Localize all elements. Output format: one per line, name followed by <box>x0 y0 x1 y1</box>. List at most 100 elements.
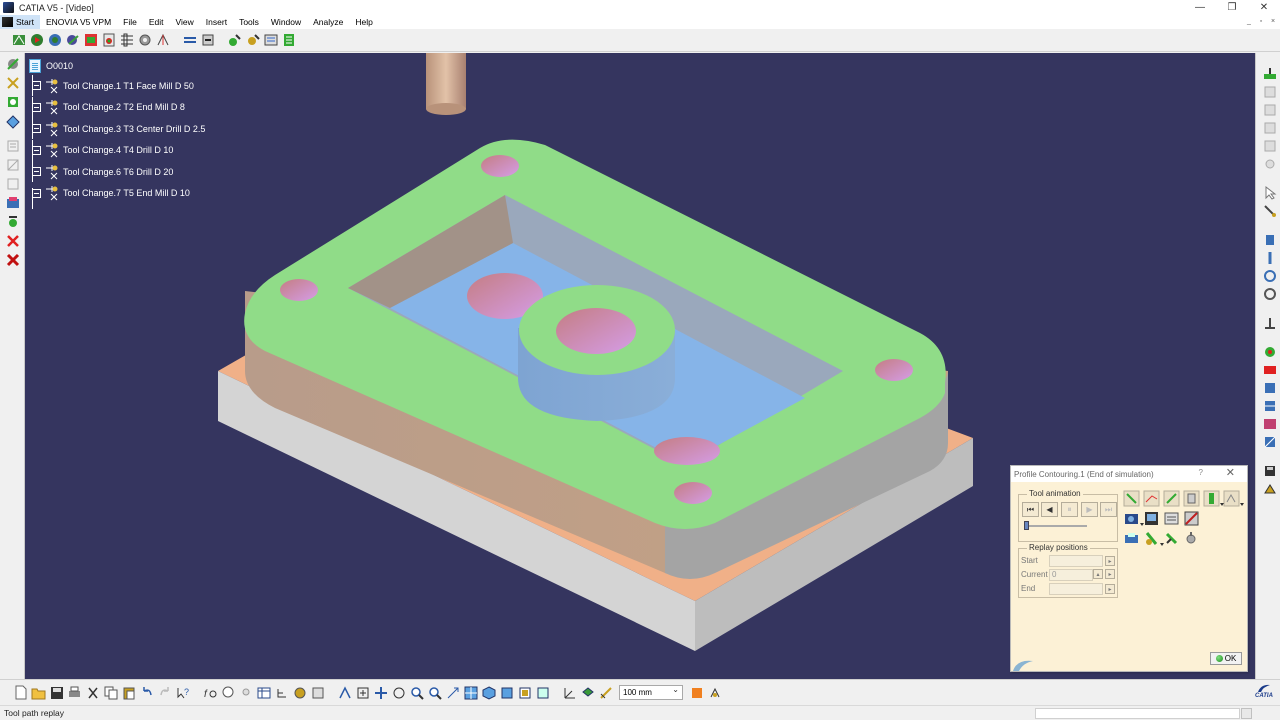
hide-show-icon[interactable] <box>516 684 533 701</box>
tool-path-display-icon[interactable] <box>1142 489 1161 508</box>
menu-file[interactable]: File <box>117 15 143 29</box>
tree-item[interactable]: Tool Change.6 T6 Drill D 20 <box>27 161 205 183</box>
multi-view-icon[interactable] <box>462 684 479 701</box>
doc-close-button[interactable]: × <box>1268 16 1278 26</box>
tree-expander[interactable] <box>32 188 41 198</box>
start-pick-button[interactable]: ▸ <box>1105 556 1115 566</box>
dialog-close-button[interactable]: ✕ <box>1226 466 1235 479</box>
dropdown-arrow[interactable] <box>1220 503 1224 506</box>
prismatic-icon[interactable] <box>4 213 21 230</box>
tool-display-icon[interactable] <box>1122 489 1141 508</box>
axis-system-icon[interactable] <box>561 684 578 701</box>
gear-tool-icon[interactable] <box>136 32 153 49</box>
menu-start[interactable]: Start <box>0 15 40 29</box>
generate-nc-icon[interactable] <box>82 32 99 49</box>
tool-mode-icon[interactable] <box>1162 529 1181 548</box>
machining-axis-icon[interactable] <box>1261 314 1278 331</box>
knowledge-icon[interactable] <box>219 684 236 701</box>
minimize-button[interactable]: — <box>1184 0 1216 15</box>
facing-icon[interactable] <box>1261 65 1278 82</box>
zoom-in-icon[interactable] <box>408 684 425 701</box>
dropdown-arrow[interactable] <box>1160 543 1164 546</box>
menu-insert[interactable]: Insert <box>200 15 233 29</box>
whats-this-icon[interactable]: ? <box>174 684 191 701</box>
isoparametric-icon[interactable] <box>1261 433 1278 450</box>
stock-material-icon[interactable] <box>1122 529 1141 548</box>
pause-button[interactable]: ⏸ <box>1061 502 1078 517</box>
table-icon[interactable] <box>255 684 272 701</box>
step-back-button[interactable]: ◀ <box>1041 502 1058 517</box>
menu-analyze[interactable]: Analyze <box>307 15 349 29</box>
stock-icon[interactable] <box>4 194 21 211</box>
tree-expander[interactable] <box>32 81 41 91</box>
fly-mode-icon[interactable] <box>336 684 353 701</box>
pan-icon[interactable] <box>372 684 389 701</box>
reaming-icon[interactable] <box>1261 285 1278 302</box>
photo-mode-icon[interactable] <box>1122 509 1141 528</box>
measure-between-icon[interactable] <box>597 684 614 701</box>
machine-rotation-icon[interactable] <box>4 93 21 110</box>
paste-icon[interactable] <box>120 684 137 701</box>
snap-icon[interactable] <box>579 684 596 701</box>
copy-transform-icon[interactable] <box>244 32 261 49</box>
boring-icon[interactable] <box>1261 267 1278 284</box>
video-mode-icon[interactable] <box>1142 509 1161 528</box>
swap-visible-icon[interactable] <box>534 684 551 701</box>
sequence-icon[interactable] <box>262 32 279 49</box>
save-icon[interactable] <box>48 684 65 701</box>
video-icon[interactable] <box>46 32 63 49</box>
program-icon[interactable] <box>4 137 21 154</box>
end-field[interactable] <box>1049 583 1103 595</box>
start-field[interactable] <box>1049 555 1103 567</box>
tree-expander[interactable] <box>32 124 41 134</box>
power-input-button[interactable] <box>1241 708 1252 719</box>
close-window-button[interactable]: ✕ <box>1248 0 1280 15</box>
machine-axis-icon[interactable] <box>154 32 171 49</box>
isometric-view-icon[interactable] <box>480 684 497 701</box>
tree-item[interactable]: Tool Change.4 T4 Drill D 10 <box>27 139 205 162</box>
tree-item[interactable]: Tool Change.2 T2 End Mill D 8 <box>27 96 205 119</box>
catalog-icon[interactable] <box>291 684 308 701</box>
fit-all-icon[interactable] <box>354 684 371 701</box>
current-pick-button[interactable]: ▸ <box>1105 569 1115 579</box>
zoom-level-select[interactable]: 100 mm <box>619 685 683 700</box>
cutting-mode-icon[interactable] <box>1142 529 1161 548</box>
counterboring-icon[interactable] <box>1261 231 1278 248</box>
open-folder-icon[interactable] <box>30 684 47 701</box>
measure-icon[interactable] <box>309 684 326 701</box>
process-list-icon[interactable] <box>4 175 21 192</box>
remove-icon[interactable] <box>4 232 21 249</box>
ok-button[interactable]: OK <box>1210 652 1242 665</box>
cut-icon[interactable] <box>84 684 101 701</box>
doc-minimize-button[interactable]: _ <box>1244 16 1254 26</box>
generate-doc-icon[interactable] <box>100 32 117 49</box>
tree-expander[interactable] <box>32 167 41 177</box>
tree-item[interactable]: Tool Change.3 T3 Center Drill D 2.5 <box>27 118 205 140</box>
shading-icon[interactable] <box>498 684 515 701</box>
analyze-icon[interactable] <box>1162 509 1181 528</box>
sweeping-icon[interactable] <box>1261 379 1278 396</box>
zlevel-icon[interactable] <box>1261 415 1278 432</box>
holder-display-icon[interactable] <box>1202 489 1221 508</box>
new-file-icon[interactable] <box>12 684 29 701</box>
roughing-icon[interactable] <box>1261 397 1278 414</box>
dropdown-arrow[interactable] <box>1240 503 1244 506</box>
drilling-icon[interactable] <box>1261 202 1278 219</box>
apply-material-icon[interactable] <box>706 684 723 701</box>
play-button[interactable]: ▶ <box>1081 502 1098 517</box>
menu-view[interactable]: View <box>170 15 200 29</box>
point-to-point-icon[interactable] <box>1261 155 1278 172</box>
tree-expander[interactable] <box>32 102 41 112</box>
collision-check-icon[interactable] <box>1182 509 1201 528</box>
rewind-button[interactable]: ⏮ <box>1022 502 1039 517</box>
current-spinner[interactable]: ▴ <box>1093 569 1103 579</box>
menu-edit[interactable]: Edit <box>143 15 170 29</box>
profile-icon[interactable] <box>1261 101 1278 118</box>
settings-mode-icon[interactable] <box>1182 529 1201 548</box>
normal-view-icon[interactable] <box>444 684 461 701</box>
copy-icon[interactable] <box>102 684 119 701</box>
part-operation-icon[interactable] <box>4 112 21 129</box>
tool-change-icon[interactable] <box>4 74 21 91</box>
move-icon[interactable] <box>181 32 198 49</box>
end-pick-button[interactable]: ▸ <box>1105 584 1115 594</box>
